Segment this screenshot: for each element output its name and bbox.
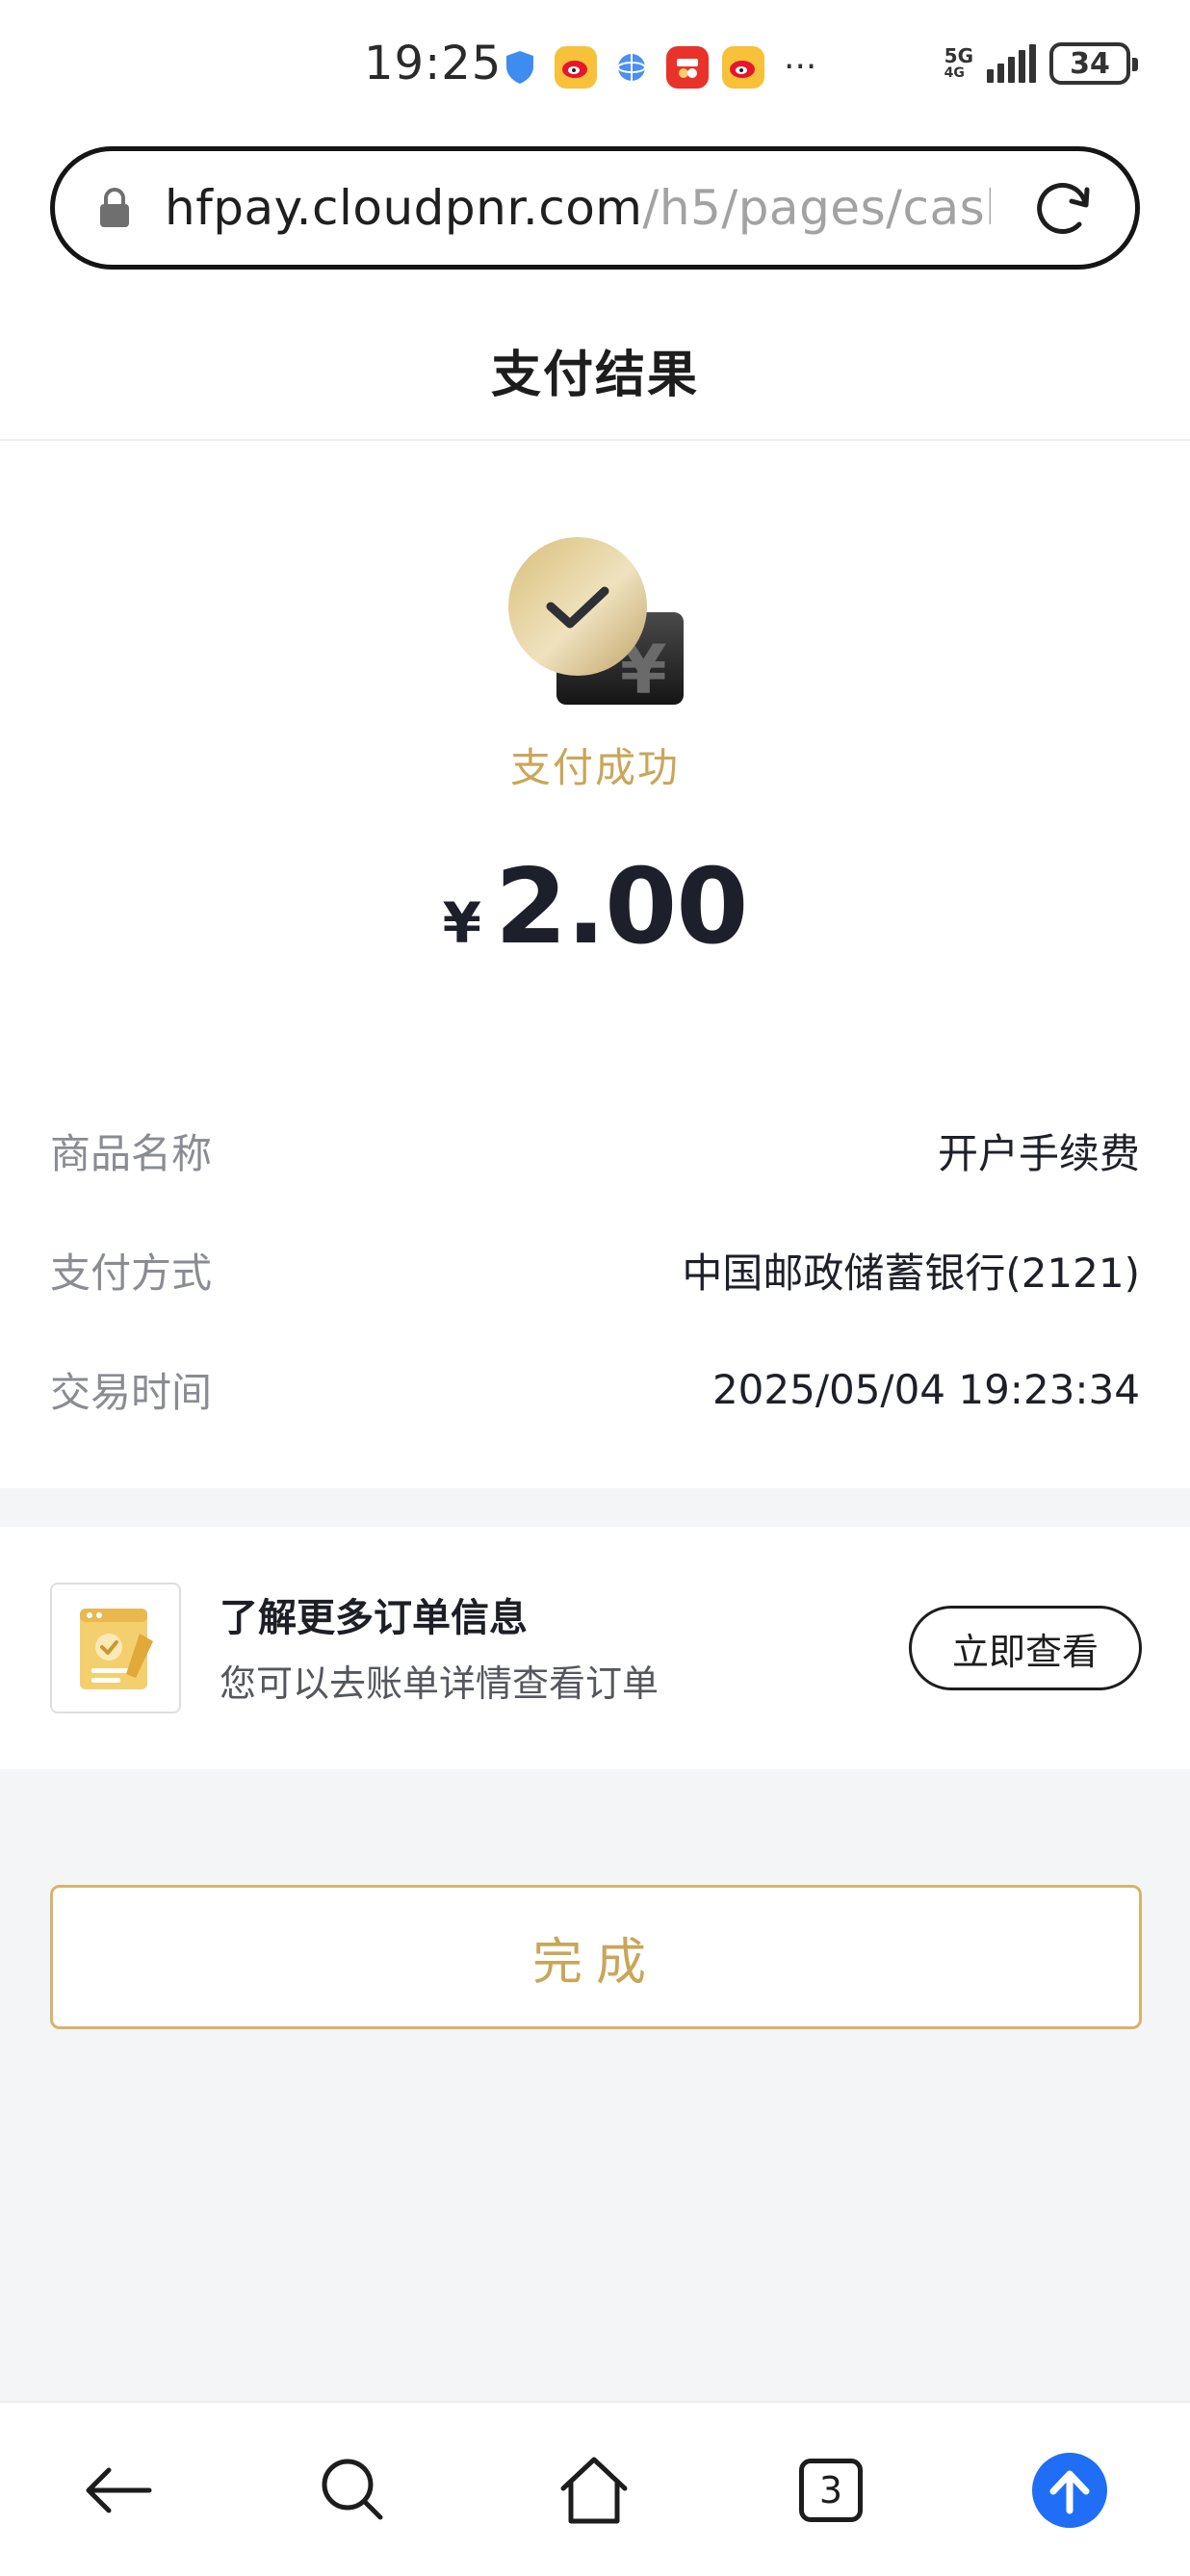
search-button[interactable] <box>310 2447 397 2534</box>
payment-status: 支付成功 <box>509 744 680 791</box>
tabs-button[interactable]: 3 <box>788 2447 874 2534</box>
network-label: 5G <box>944 44 973 67</box>
network-sub-label: 4G <box>944 65 965 81</box>
upload-button[interactable] <box>1026 2447 1113 2534</box>
status-time: 19:25 <box>364 37 503 90</box>
detail-label: 支付方式 <box>50 1249 213 1297</box>
section-divider <box>0 1488 1190 1527</box>
url-host: hfpay.cloudpnr.com <box>165 180 643 236</box>
lock-icon <box>100 188 129 227</box>
detail-label: 商品名称 <box>50 1129 213 1177</box>
url-path: /h5/pages/cashie <box>642 180 992 236</box>
order-card-title: 了解更多订单信息 <box>220 1596 528 1640</box>
detail-row-product: 商品名称 开户手续费 <box>50 1117 1140 1184</box>
page-background <box>0 1769 1190 2401</box>
search-icon <box>322 2459 383 2520</box>
address-bar[interactable]: hfpay.cloudpnr.com/h5/pages/cashie <box>50 146 1140 270</box>
battery-level: 34 <box>1070 46 1110 81</box>
food-delivery-icon <box>666 46 709 89</box>
home-icon <box>560 2457 628 2524</box>
detail-row-payment-method: 支付方式 中国邮政储蓄银行(2121) <box>50 1236 1140 1303</box>
detail-value: 开户手续费 <box>937 1129 1140 1177</box>
page-title: 支付结果 <box>490 346 699 404</box>
detail-value: 中国邮政储蓄银行(2121) <box>682 1249 1140 1297</box>
back-button[interactable] <box>75 2447 162 2534</box>
tab-count: 3 <box>799 2459 863 2522</box>
shield-icon <box>499 46 541 89</box>
order-info-card: 了解更多订单信息 您可以去账单详情查看订单 立即查看 <box>0 1527 1190 1769</box>
status-bar: 19:25 ··· 5G 4G 34 <box>0 0 1190 135</box>
view-now-button[interactable]: 立即查看 <box>909 1606 1142 1690</box>
system-status: 5G 4G 34 <box>944 42 1138 85</box>
page-header: 支付结果 <box>0 300 1190 441</box>
payment-amount: ¥ 2.00 <box>0 847 1190 967</box>
order-card-subtitle: 您可以去账单详情查看订单 <box>220 1662 660 1705</box>
battery-icon: 34 <box>1049 42 1138 85</box>
detail-value: 2025/05/04 19:23:34 <box>711 1365 1140 1413</box>
back-arrow-icon <box>86 2467 152 2513</box>
currency-symbol: ¥ <box>442 890 481 956</box>
order-document-icon <box>50 1583 181 1713</box>
notification-icons: ··· <box>499 46 816 89</box>
detail-row-transaction-time: 交易时间 2025/05/04 19:23:34 <box>50 1355 1140 1423</box>
payment-success-icon: ¥ <box>508 537 684 709</box>
home-button[interactable] <box>551 2447 637 2534</box>
amount-value: 2.00 <box>494 847 748 967</box>
signal-icon <box>987 44 1036 83</box>
upload-arrow-icon <box>1032 2453 1107 2528</box>
weibo-icon <box>555 46 597 89</box>
browser-bottom-nav: 3 <box>0 2401 1190 2576</box>
detail-label: 交易时间 <box>50 1368 213 1416</box>
browser-globe-icon <box>610 46 653 89</box>
url-text[interactable]: hfpay.cloudpnr.com/h5/pages/cashie <box>165 180 991 236</box>
network-indicator: 5G 4G <box>944 46 973 81</box>
more-notifications-icon: ··· <box>784 47 817 87</box>
reload-icon[interactable] <box>1029 174 1097 242</box>
weibo-icon-2 <box>722 46 764 89</box>
done-button[interactable]: 完成 <box>50 1885 1142 2029</box>
